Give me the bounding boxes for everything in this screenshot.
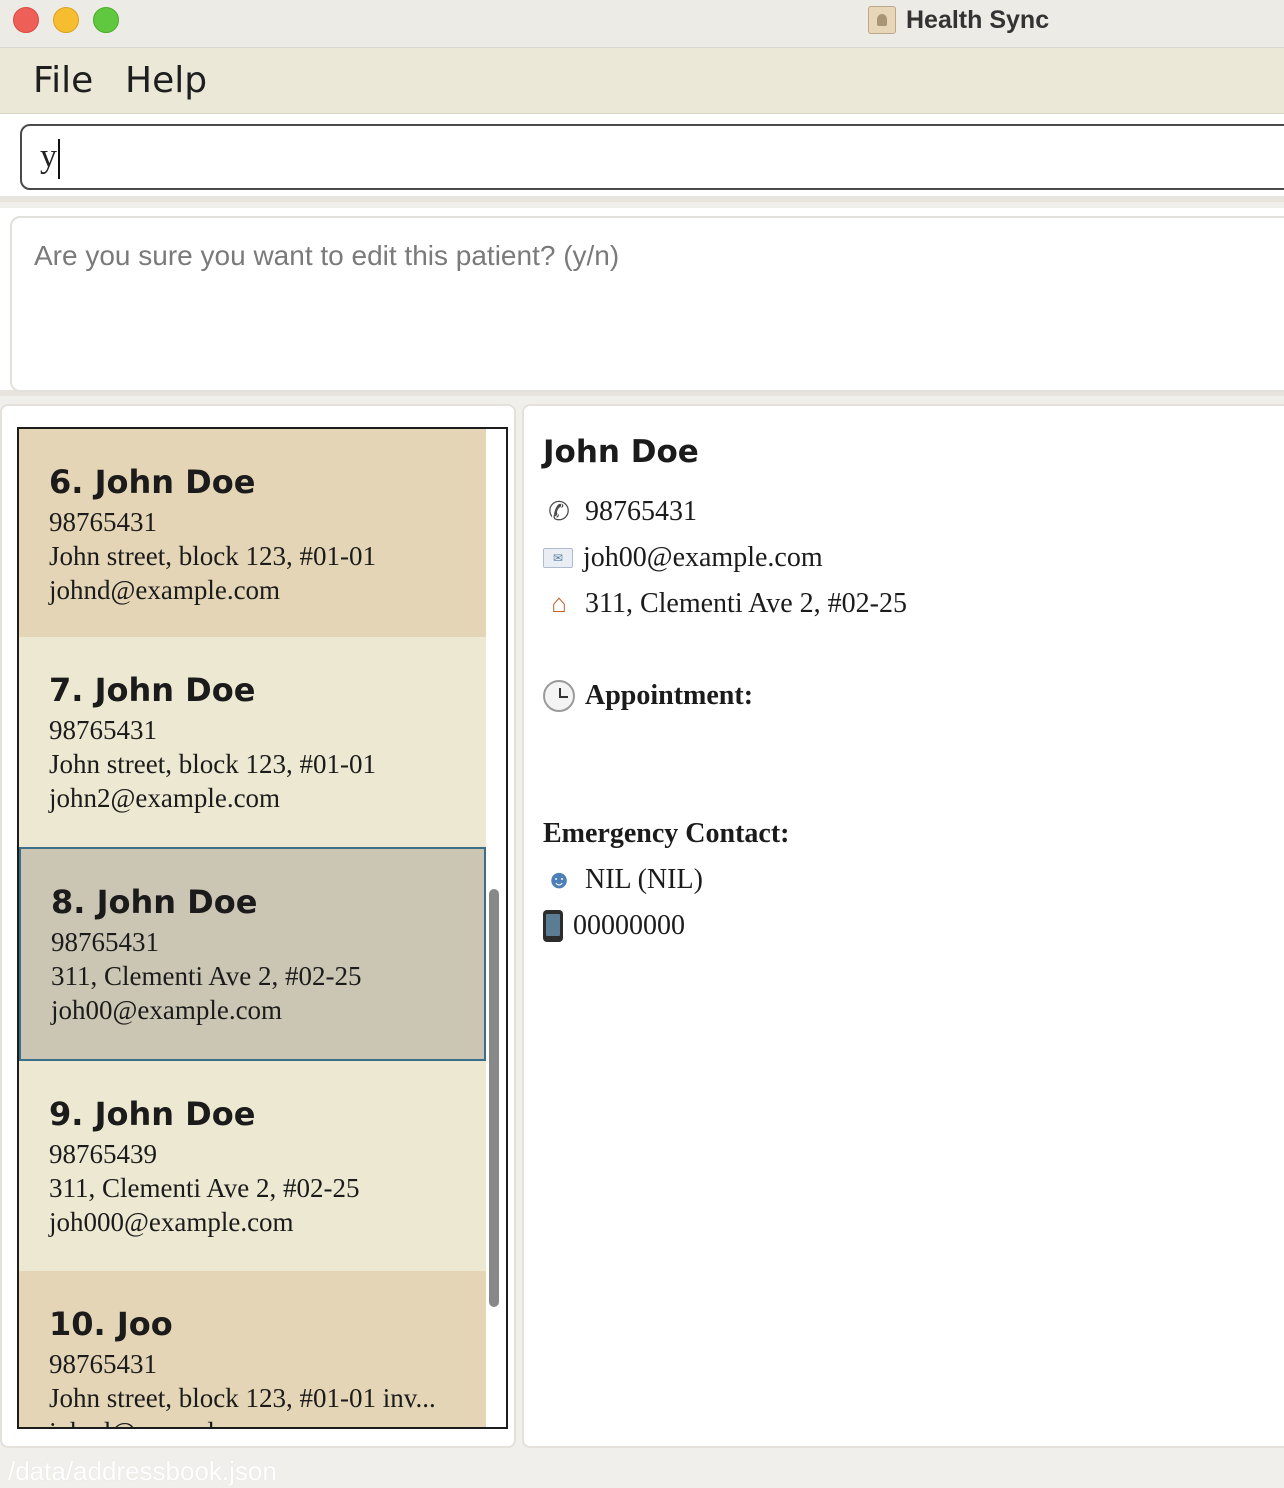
appointment-label: Appointment: — [585, 680, 754, 711]
detail-address: 311, Clementi Ave 2, #02-25 — [585, 588, 907, 619]
patient-card-selected[interactable]: 8. John Doe 98765431 311, Clementi Ave 2… — [19, 847, 486, 1061]
emergency-contact-label: Emergency Contact: — [543, 818, 790, 849]
close-window-button[interactable] — [13, 7, 39, 33]
emergency-contact-heading-row: Emergency Contact: — [543, 818, 789, 850]
house-icon: ⌂ — [551, 589, 567, 618]
clock-icon — [543, 680, 575, 712]
detail-email-row: ✉ joh00@example.com — [543, 542, 823, 574]
patient-card[interactable]: 6. John Doe 98765431 John street, block … — [19, 429, 486, 637]
window-title: Health Sync — [906, 5, 1050, 34]
patient-address: John street, block 123, #01-01 — [49, 749, 376, 779]
detail-name: John Doe — [543, 434, 699, 470]
address-book-icon — [868, 6, 896, 34]
list-scrollbar[interactable] — [489, 889, 499, 1307]
person-icon: ☻ — [545, 865, 573, 894]
patient-name: 7. John Doe — [49, 671, 256, 709]
detail-appointment-row: Appointment: — [543, 680, 753, 712]
patient-phone: 98765431 — [49, 715, 157, 745]
patient-list[interactable]: 6. John Doe 98765431 John street, block … — [17, 427, 508, 1429]
detail-email: joh00@example.com — [583, 542, 823, 573]
command-input-value: y — [40, 138, 57, 175]
result-message: Are you sure you want to edit this patie… — [34, 240, 620, 271]
emergency-contact-name: NIL (NIL) — [585, 864, 703, 895]
command-box-area: y — [0, 114, 1284, 202]
patient-address: John street, block 123, #01-01 inv... — [49, 1383, 436, 1413]
save-location-path: /data/addressbook.json — [8, 1456, 277, 1486]
mobile-phone-icon — [543, 910, 563, 942]
patient-email: joh000@example.com — [49, 1207, 294, 1237]
result-display-area: Are you sure you want to edit this patie… — [0, 208, 1284, 396]
window-title-group: Health Sync — [868, 4, 1049, 36]
patient-address: 311, Clementi Ave 2, #02-25 — [49, 1173, 360, 1203]
patient-email: john2@example.com — [49, 783, 281, 813]
emergency-name-row: ☻ NIL (NIL) — [543, 864, 703, 896]
patient-phone: 98765439 — [49, 1139, 157, 1169]
patient-phone: 98765431 — [49, 507, 157, 537]
email-icon: ✉ — [543, 548, 573, 568]
status-bar: /data/addressbook.json — [0, 1452, 1284, 1488]
patient-detail-panel: John Doe ✆ 98765431 ✉ joh00@example.com … — [522, 404, 1284, 1448]
patient-name: 8. John Doe — [51, 883, 258, 921]
patient-name: 9. John Doe — [49, 1095, 256, 1133]
patient-card[interactable]: 7. John Doe 98765431 John street, block … — [19, 637, 486, 847]
phone-icon: ✆ — [548, 497, 570, 526]
menu-help[interactable]: Help — [125, 60, 207, 101]
patient-address: John street, block 123, #01-01 — [49, 541, 376, 571]
patient-name: 10. Joo — [49, 1305, 173, 1343]
patient-card[interactable]: 9. John Doe 98765439 311, Clementi Ave 2… — [19, 1061, 486, 1271]
patient-email: joh00@example.com — [51, 995, 283, 1025]
patient-phone: 98765431 — [51, 927, 159, 957]
menu-file[interactable]: File — [33, 60, 93, 101]
detail-phone-row: ✆ 98765431 — [543, 496, 697, 528]
emergency-contact-phone: 00000000 — [573, 910, 685, 941]
text-cursor — [58, 139, 60, 180]
patient-email: johnd@example.com — [49, 575, 281, 605]
emergency-phone-row: 00000000 — [543, 910, 685, 942]
title-bar: Health Sync — [0, 0, 1284, 48]
patient-email: johnd@example.com — [49, 1417, 280, 1427]
patient-address: 311, Clementi Ave 2, #02-25 — [51, 961, 362, 991]
patient-list-panel: 6. John Doe 98765431 John street, block … — [0, 404, 516, 1448]
command-input[interactable]: y — [20, 124, 1284, 190]
minimize-window-button[interactable] — [53, 7, 79, 33]
detail-phone: 98765431 — [585, 496, 697, 527]
patient-card[interactable]: 10. Joo 98765431 John street, block 123,… — [19, 1271, 486, 1427]
maximize-window-button[interactable] — [93, 7, 119, 33]
patient-name: 6. John Doe — [49, 463, 256, 501]
detail-address-row: ⌂ 311, Clementi Ave 2, #02-25 — [543, 588, 907, 620]
patient-phone: 98765431 — [49, 1349, 157, 1379]
menu-bar: File Help — [0, 48, 1284, 114]
result-display: Are you sure you want to edit this patie… — [10, 216, 1284, 392]
